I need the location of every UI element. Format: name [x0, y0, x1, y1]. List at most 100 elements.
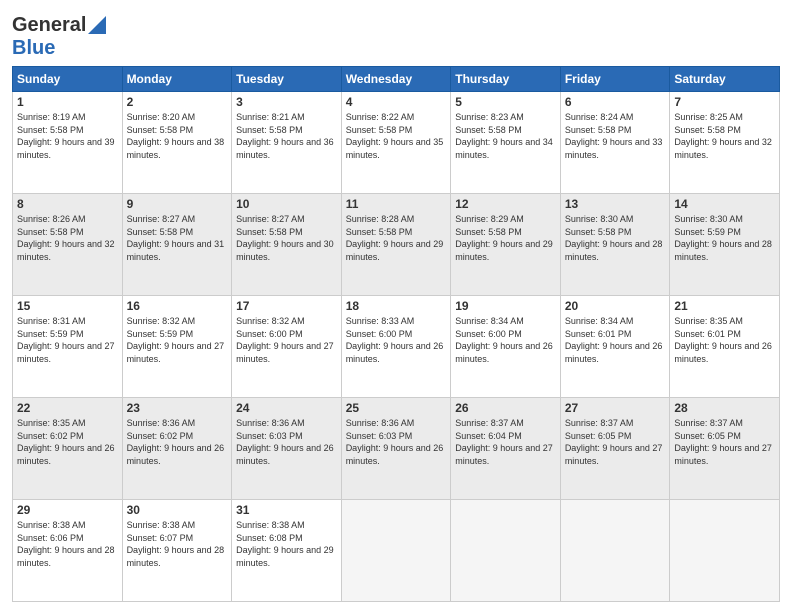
calendar-day-cell: 24 Sunrise: 8:36 AM Sunset: 6:03 PM Dayl…	[232, 398, 342, 500]
calendar-day-cell: 28 Sunrise: 8:37 AM Sunset: 6:05 PM Dayl…	[670, 398, 780, 500]
calendar-day-cell: 25 Sunrise: 8:36 AM Sunset: 6:03 PM Dayl…	[341, 398, 451, 500]
calendar-day-cell: 8 Sunrise: 8:26 AM Sunset: 5:58 PM Dayli…	[13, 194, 123, 296]
day-number: 4	[346, 95, 447, 109]
day-number: 5	[455, 95, 556, 109]
day-number: 15	[17, 299, 118, 313]
day-info: Sunrise: 8:37 AM Sunset: 6:05 PM Dayligh…	[674, 417, 775, 467]
calendar-day-cell	[341, 500, 451, 602]
calendar-day-cell: 21 Sunrise: 8:35 AM Sunset: 6:01 PM Dayl…	[670, 296, 780, 398]
calendar-day-cell: 14 Sunrise: 8:30 AM Sunset: 5:59 PM Dayl…	[670, 194, 780, 296]
day-number: 29	[17, 503, 118, 517]
calendar-day-cell: 16 Sunrise: 8:32 AM Sunset: 5:59 PM Dayl…	[122, 296, 232, 398]
day-info: Sunrise: 8:23 AM Sunset: 5:58 PM Dayligh…	[455, 111, 556, 161]
calendar-day-cell: 5 Sunrise: 8:23 AM Sunset: 5:58 PM Dayli…	[451, 92, 561, 194]
col-header-sunday: Sunday	[13, 67, 123, 92]
day-info: Sunrise: 8:20 AM Sunset: 5:58 PM Dayligh…	[127, 111, 228, 161]
calendar-day-cell: 9 Sunrise: 8:27 AM Sunset: 5:58 PM Dayli…	[122, 194, 232, 296]
day-info: Sunrise: 8:36 AM Sunset: 6:02 PM Dayligh…	[127, 417, 228, 467]
col-header-thursday: Thursday	[451, 67, 561, 92]
calendar-week-row: 22 Sunrise: 8:35 AM Sunset: 6:02 PM Dayl…	[13, 398, 780, 500]
calendar-week-row: 29 Sunrise: 8:38 AM Sunset: 6:06 PM Dayl…	[13, 500, 780, 602]
day-info: Sunrise: 8:31 AM Sunset: 5:59 PM Dayligh…	[17, 315, 118, 365]
day-info: Sunrise: 8:28 AM Sunset: 5:58 PM Dayligh…	[346, 213, 447, 263]
day-number: 7	[674, 95, 775, 109]
calendar-week-row: 8 Sunrise: 8:26 AM Sunset: 5:58 PM Dayli…	[13, 194, 780, 296]
day-info: Sunrise: 8:22 AM Sunset: 5:58 PM Dayligh…	[346, 111, 447, 161]
col-header-monday: Monday	[122, 67, 232, 92]
calendar-week-row: 15 Sunrise: 8:31 AM Sunset: 5:59 PM Dayl…	[13, 296, 780, 398]
day-number: 21	[674, 299, 775, 313]
calendar-day-cell: 19 Sunrise: 8:34 AM Sunset: 6:00 PM Dayl…	[451, 296, 561, 398]
day-number: 2	[127, 95, 228, 109]
day-info: Sunrise: 8:27 AM Sunset: 5:58 PM Dayligh…	[127, 213, 228, 263]
calendar-day-cell: 18 Sunrise: 8:33 AM Sunset: 6:00 PM Dayl…	[341, 296, 451, 398]
day-info: Sunrise: 8:30 AM Sunset: 5:59 PM Dayligh…	[674, 213, 775, 263]
day-info: Sunrise: 8:25 AM Sunset: 5:58 PM Dayligh…	[674, 111, 775, 161]
day-number: 17	[236, 299, 337, 313]
calendar-day-cell: 30 Sunrise: 8:38 AM Sunset: 6:07 PM Dayl…	[122, 500, 232, 602]
day-number: 12	[455, 197, 556, 211]
day-info: Sunrise: 8:34 AM Sunset: 6:01 PM Dayligh…	[565, 315, 666, 365]
day-info: Sunrise: 8:34 AM Sunset: 6:00 PM Dayligh…	[455, 315, 556, 365]
col-header-saturday: Saturday	[670, 67, 780, 92]
day-info: Sunrise: 8:38 AM Sunset: 6:06 PM Dayligh…	[17, 519, 118, 569]
calendar-day-cell: 2 Sunrise: 8:20 AM Sunset: 5:58 PM Dayli…	[122, 92, 232, 194]
calendar-day-cell: 23 Sunrise: 8:36 AM Sunset: 6:02 PM Dayl…	[122, 398, 232, 500]
calendar-day-cell: 26 Sunrise: 8:37 AM Sunset: 6:04 PM Dayl…	[451, 398, 561, 500]
day-info: Sunrise: 8:30 AM Sunset: 5:58 PM Dayligh…	[565, 213, 666, 263]
day-number: 31	[236, 503, 337, 517]
day-number: 13	[565, 197, 666, 211]
day-info: Sunrise: 8:38 AM Sunset: 6:07 PM Dayligh…	[127, 519, 228, 569]
day-number: 27	[565, 401, 666, 415]
day-number: 20	[565, 299, 666, 313]
calendar-day-cell	[670, 500, 780, 602]
day-info: Sunrise: 8:35 AM Sunset: 6:02 PM Dayligh…	[17, 417, 118, 467]
day-number: 18	[346, 299, 447, 313]
day-number: 16	[127, 299, 228, 313]
day-info: Sunrise: 8:32 AM Sunset: 6:00 PM Dayligh…	[236, 315, 337, 365]
calendar-day-cell: 29 Sunrise: 8:38 AM Sunset: 6:06 PM Dayl…	[13, 500, 123, 602]
day-info: Sunrise: 8:19 AM Sunset: 5:58 PM Dayligh…	[17, 111, 118, 161]
day-number: 14	[674, 197, 775, 211]
day-number: 6	[565, 95, 666, 109]
calendar-day-cell: 10 Sunrise: 8:27 AM Sunset: 5:58 PM Dayl…	[232, 194, 342, 296]
day-info: Sunrise: 8:32 AM Sunset: 5:59 PM Dayligh…	[127, 315, 228, 365]
day-info: Sunrise: 8:29 AM Sunset: 5:58 PM Dayligh…	[455, 213, 556, 263]
calendar-day-cell: 1 Sunrise: 8:19 AM Sunset: 5:58 PM Dayli…	[13, 92, 123, 194]
day-number: 11	[346, 197, 447, 211]
day-number: 30	[127, 503, 228, 517]
day-number: 25	[346, 401, 447, 415]
day-number: 10	[236, 197, 337, 211]
page: General Blue SundayMondayTuesdayWednesda…	[0, 0, 792, 612]
calendar-day-cell	[451, 500, 561, 602]
logo-icon	[88, 16, 106, 34]
col-header-wednesday: Wednesday	[341, 67, 451, 92]
day-info: Sunrise: 8:33 AM Sunset: 6:00 PM Dayligh…	[346, 315, 447, 365]
calendar-day-cell	[560, 500, 670, 602]
day-info: Sunrise: 8:35 AM Sunset: 6:01 PM Dayligh…	[674, 315, 775, 365]
calendar-day-cell: 22 Sunrise: 8:35 AM Sunset: 6:02 PM Dayl…	[13, 398, 123, 500]
day-number: 24	[236, 401, 337, 415]
day-info: Sunrise: 8:24 AM Sunset: 5:58 PM Dayligh…	[565, 111, 666, 161]
calendar-day-cell: 6 Sunrise: 8:24 AM Sunset: 5:58 PM Dayli…	[560, 92, 670, 194]
day-info: Sunrise: 8:36 AM Sunset: 6:03 PM Dayligh…	[236, 417, 337, 467]
col-header-friday: Friday	[560, 67, 670, 92]
col-header-tuesday: Tuesday	[232, 67, 342, 92]
logo-area: General Blue	[12, 10, 106, 60]
day-number: 28	[674, 401, 775, 415]
day-info: Sunrise: 8:21 AM Sunset: 5:58 PM Dayligh…	[236, 111, 337, 161]
calendar-day-cell: 17 Sunrise: 8:32 AM Sunset: 6:00 PM Dayl…	[232, 296, 342, 398]
calendar-day-cell: 7 Sunrise: 8:25 AM Sunset: 5:58 PM Dayli…	[670, 92, 780, 194]
calendar-table: SundayMondayTuesdayWednesdayThursdayFrid…	[12, 66, 780, 602]
day-info: Sunrise: 8:26 AM Sunset: 5:58 PM Dayligh…	[17, 213, 118, 263]
calendar-day-cell: 13 Sunrise: 8:30 AM Sunset: 5:58 PM Dayl…	[560, 194, 670, 296]
calendar-day-cell: 27 Sunrise: 8:37 AM Sunset: 6:05 PM Dayl…	[560, 398, 670, 500]
day-number: 23	[127, 401, 228, 415]
day-number: 22	[17, 401, 118, 415]
calendar-day-cell: 15 Sunrise: 8:31 AM Sunset: 5:59 PM Dayl…	[13, 296, 123, 398]
logo-general: General	[12, 14, 86, 37]
calendar-day-cell: 4 Sunrise: 8:22 AM Sunset: 5:58 PM Dayli…	[341, 92, 451, 194]
header: General Blue	[12, 10, 780, 60]
day-number: 8	[17, 197, 118, 211]
calendar-day-cell: 20 Sunrise: 8:34 AM Sunset: 6:01 PM Dayl…	[560, 296, 670, 398]
